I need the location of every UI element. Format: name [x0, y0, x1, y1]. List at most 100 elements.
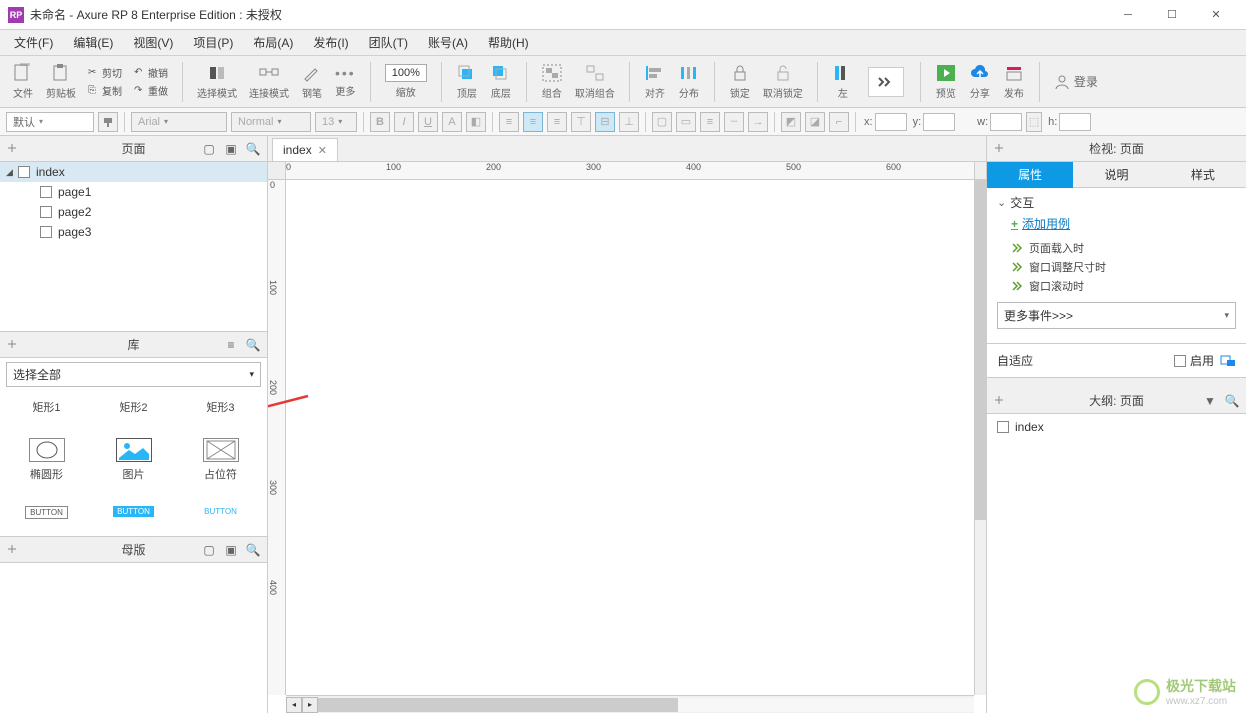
select-mode[interactable]: 选择模式	[197, 63, 237, 100]
event-window-scroll[interactable]: 窗口滚动时	[1011, 278, 1236, 294]
tab-index[interactable]: index✕	[272, 138, 338, 161]
add-page-icon[interactable]: ▢	[201, 141, 217, 157]
widget-button1[interactable]: BUTTON	[4, 502, 89, 532]
distribute-button[interactable]: 分布	[678, 63, 700, 100]
lock-button[interactable]: 锁定	[729, 63, 751, 100]
y-input[interactable]	[923, 113, 955, 131]
login-button[interactable]: 登录	[1054, 73, 1098, 90]
text-color[interactable]: A	[442, 112, 462, 132]
scroll-left-icon[interactable]: ◂	[286, 697, 302, 713]
font-size[interactable]: 13▾	[315, 112, 357, 132]
corner-radius[interactable]: ⌐	[829, 112, 849, 132]
outline-index[interactable]: index	[987, 414, 1246, 440]
ruler-vertical[interactable]: 0 100 200 300 400	[268, 180, 286, 695]
widget-image[interactable]: 图片	[91, 434, 176, 495]
outer-shadow[interactable]: ◩	[781, 112, 801, 132]
underline-button[interactable]: U	[418, 112, 438, 132]
tree-page2[interactable]: page2	[0, 202, 267, 222]
minimize-button[interactable]: ─	[1106, 1, 1150, 29]
widget-ellipse[interactable]: 椭圆形	[4, 434, 89, 495]
bring-front[interactable]: 顶层	[456, 63, 478, 100]
search-icon[interactable]: 🔍	[245, 141, 261, 157]
menu-file[interactable]: 文件(F)	[4, 32, 63, 53]
clipboard-group[interactable]: 剪贴板	[46, 63, 76, 100]
close-tab-icon[interactable]: ✕	[318, 144, 327, 157]
connect-mode[interactable]: 连接模式	[249, 63, 289, 100]
add-folder-icon[interactable]: ▣	[223, 141, 239, 157]
tree-page1[interactable]: page1	[0, 182, 267, 202]
line-color[interactable]: ▭	[676, 112, 696, 132]
zoom-value[interactable]: 100%	[385, 64, 427, 82]
more-tools[interactable]: ••• 更多	[335, 65, 356, 98]
adaptive-icon[interactable]	[1220, 355, 1236, 367]
tab-notes[interactable]: 说明	[1073, 162, 1159, 188]
event-page-load[interactable]: 页面载入时	[1011, 240, 1236, 256]
widget-button2[interactable]: BUTTON	[91, 502, 176, 532]
library-select[interactable]: 选择全部▾	[6, 362, 261, 387]
italic-button[interactable]: I	[394, 112, 414, 132]
library-menu-icon[interactable]: ≡	[223, 337, 239, 353]
copy-button[interactable]: ⎘复制	[84, 82, 126, 99]
pin-icon[interactable]	[993, 142, 1007, 156]
h-input[interactable]	[1059, 113, 1091, 131]
maximize-button[interactable]: ☐	[1150, 1, 1194, 29]
menu-layout[interactable]: 布局(A)	[243, 32, 303, 53]
valign-top[interactable]: ⊤	[571, 112, 591, 132]
cut-button[interactable]: ✂剪切	[84, 64, 126, 81]
widget-placeholder[interactable]: 占位符	[178, 434, 263, 495]
enable-checkbox[interactable]	[1174, 355, 1186, 367]
w-input[interactable]	[990, 113, 1022, 131]
menu-project[interactable]: 项目(P)	[183, 32, 243, 53]
menu-publish[interactable]: 发布(I)	[303, 32, 358, 53]
align-center-text[interactable]: ≡	[523, 112, 543, 132]
tree-page3[interactable]: page3	[0, 222, 267, 242]
search-icon[interactable]: 🔍	[1224, 393, 1240, 409]
close-button[interactable]: ✕	[1194, 1, 1238, 29]
pin-icon[interactable]	[993, 394, 1007, 408]
widget-rect3[interactable]: 矩形3	[178, 395, 263, 428]
menu-team[interactable]: 团队(T)	[359, 32, 418, 53]
section-header[interactable]: 交互	[997, 194, 1236, 211]
menu-help[interactable]: 帮助(H)	[478, 32, 539, 53]
font-weight[interactable]: Normal▾	[231, 112, 311, 132]
menu-edit[interactable]: 编辑(E)	[63, 32, 123, 53]
fill-button[interactable]: ▢	[652, 112, 672, 132]
pen-tool[interactable]: 钢笔	[301, 63, 323, 100]
publish-button[interactable]: 发布	[1003, 63, 1025, 100]
canvas[interactable]	[286, 180, 974, 695]
ruler-horizontal[interactable]: 0 100 200 300 400 500 600	[286, 162, 974, 180]
valign-middle[interactable]: ⊟	[595, 112, 615, 132]
bold-button[interactable]: B	[370, 112, 390, 132]
event-window-resize[interactable]: 窗口调整尺寸时	[1011, 259, 1236, 275]
filter-icon[interactable]: ▼	[1202, 393, 1218, 409]
align-button[interactable]: 对齐	[644, 63, 666, 100]
widget-rect2[interactable]: 矩形2	[91, 395, 176, 428]
ribbon-overflow[interactable]	[868, 67, 904, 97]
align-left-text[interactable]: ≡	[499, 112, 519, 132]
tab-style[interactable]: 样式	[1160, 162, 1246, 188]
fill-color[interactable]: ◧	[466, 112, 486, 132]
add-folder-icon[interactable]: ▣	[223, 542, 239, 558]
widget-button3[interactable]: BUTTON	[178, 502, 263, 532]
unlock-button[interactable]: 取消锁定	[763, 63, 803, 100]
font-family[interactable]: Arial▾	[131, 112, 227, 132]
add-case-link[interactable]: +添加用例	[1011, 215, 1236, 232]
add-master-icon[interactable]: ▢	[201, 542, 217, 558]
share-button[interactable]: 分享	[969, 63, 991, 100]
vertical-scrollbar[interactable]	[974, 180, 986, 695]
ungroup-button[interactable]: 取消组合	[575, 63, 615, 100]
pin-icon[interactable]	[6, 142, 20, 156]
search-icon[interactable]: 🔍	[245, 337, 261, 353]
lock-aspect[interactable]: ⬚	[1026, 112, 1042, 132]
horizontal-scrollbar[interactable]: ◂ ▸	[286, 695, 974, 713]
arrow-style[interactable]: →	[748, 112, 768, 132]
preview-button[interactable]: 预览	[935, 63, 957, 100]
search-icon[interactable]: 🔍	[245, 542, 261, 558]
align-left[interactable]: 左	[832, 63, 854, 100]
x-input[interactable]	[875, 113, 907, 131]
tree-index[interactable]: ◢index	[0, 162, 267, 182]
pin-icon[interactable]	[6, 543, 20, 557]
align-right-text[interactable]: ≡	[547, 112, 567, 132]
send-back[interactable]: 底层	[490, 63, 512, 100]
line-width[interactable]: ≡	[700, 112, 720, 132]
